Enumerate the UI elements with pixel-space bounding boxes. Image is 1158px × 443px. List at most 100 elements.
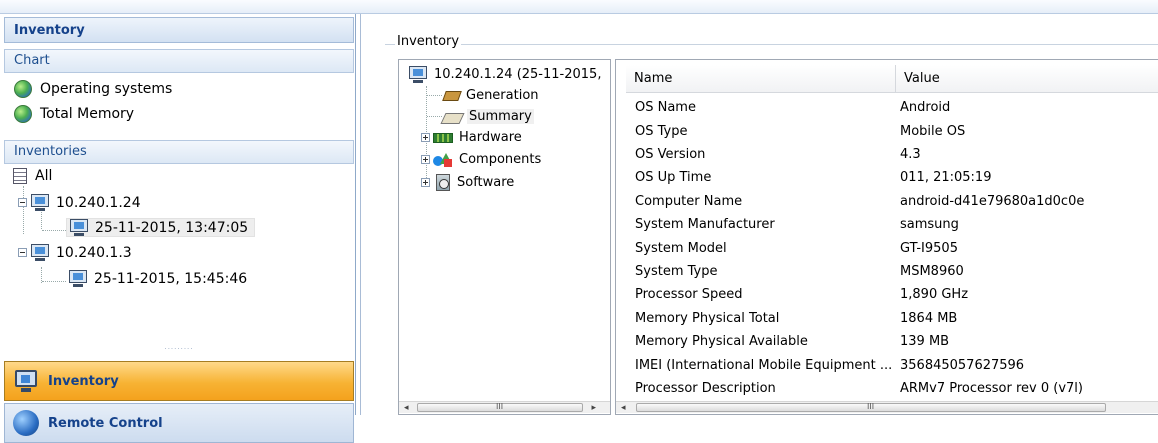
tree-item-label: All [35,168,53,184]
expand-icon[interactable] [421,177,430,187]
table-row[interactable]: OS Up Time 011, 21:05:19 [626,166,1158,189]
chart-item-total-memory[interactable]: Total Memory [14,103,134,125]
tree-item-label: Software [457,174,515,190]
expand-icon[interactable] [421,133,430,142]
tree-item-hardware[interactable]: Hardware [421,130,522,145]
group-box-border [385,44,1158,45]
chart-item-label: Total Memory [40,106,135,122]
cell-value: 1864 MB [900,310,958,326]
group-box-title: Inventory [395,34,462,49]
tree-root[interactable]: 10.240.1.24 (25-11-2015, [408,66,601,83]
table-row[interactable]: Memory Physical Available 139 MB [626,330,1158,353]
table-row[interactable]: OS Name Android [626,96,1158,119]
tree-item-software[interactable]: Software [421,173,514,191]
cell-name: Computer Name [635,193,743,209]
globe-icon [14,80,32,98]
cell-name: Memory Physical Available [635,334,808,350]
table-row[interactable]: Processor Description ARMv7 Processor rev… [626,377,1158,400]
scroll-left-arrow-icon[interactable]: ◂ [621,403,626,413]
cell-value: Android [900,100,951,116]
components-icon [433,152,453,167]
cell-value: 011, 21:05:19 [900,170,992,186]
tree-host-10-240-1-24[interactable]: 10.240.1.24 [18,194,141,211]
tree-snapshot-label: 25-11-2015, 15:45:46 [94,270,248,287]
cell-value: 1,890 GHz [900,287,969,303]
scrollbar-thumb[interactable]: III [635,403,1106,412]
scroll-left-arrow-icon[interactable]: ◂ [404,403,409,413]
tree-item-label: Components [459,152,542,167]
nav-button-label: Remote Control [48,415,163,431]
cell-name: Memory Physical Total [635,310,780,326]
tree-item-generation[interactable]: Generation [442,88,539,103]
list-icon [13,168,27,184]
table-row[interactable]: IMEI (International Mobile Equipment ...… [626,353,1158,376]
table-row[interactable]: Processor Speed 1,890 GHz [626,283,1158,306]
left-navigation-panel: Inventory Chart Operating systems Total … [0,14,356,443]
left-panel-header: Inventory [4,17,354,43]
computer-icon [408,66,428,83]
tree-connector [42,230,66,231]
tree-item-label: Summary [467,109,534,124]
table-row[interactable]: System Manufacturer samsung [626,213,1158,236]
table-row[interactable]: Memory Physical Total 1864 MB [626,307,1158,330]
tree-snapshot-15-45-46[interactable]: 25-11-2015, 15:45:46 [68,270,247,287]
generation-icon [442,89,460,103]
column-header-value[interactable]: Value [896,65,1158,93]
tree-host-label: 10.240.1.3 [56,244,132,261]
cell-name: OS Name [635,100,696,116]
remote-globe-icon [13,410,39,436]
tree-snapshot-13-47-05[interactable]: 25-11-2015, 13:47:05 [66,218,256,237]
scroll-right-arrow-icon[interactable]: ▸ [592,403,597,413]
tree-horizontal-scrollbar[interactable]: ◂ III ▸ [399,401,610,413]
properties-table[interactable]: Name Value OS Name Android OS Type Mobile O… [615,59,1158,415]
summary-icon [442,110,462,124]
computer-icon [30,244,50,261]
cell-name: Processor Speed [635,287,743,303]
nav-button-remote-control[interactable]: Remote Control [4,403,354,443]
tree-host-label: 10.240.1.24 [56,194,141,211]
column-header-name[interactable]: Name [626,65,896,93]
nav-button-inventory[interactable]: Inventory [4,361,354,401]
table-row[interactable]: Computer Name android-d41e79680a1d0c0e [626,190,1158,213]
chart-item-operating-systems[interactable]: Operating systems [14,78,172,100]
nav-button-label: Inventory [48,373,119,389]
tree-snapshot-label: 25-11-2015, 13:47:05 [95,219,249,236]
tree-connector [41,212,42,229]
cell-name: System Model [635,240,727,256]
inventories-section-header[interactable]: Inventories [4,140,354,164]
cell-value: 4.3 [900,146,921,162]
table-row[interactable]: System Type MSM8960 [626,260,1158,283]
globe-icon [14,105,32,123]
cell-value: GT-I9505 [900,240,958,256]
collapse-icon[interactable] [18,248,27,257]
tree-item-all[interactable]: All [13,168,52,184]
monitor-icon [13,368,39,394]
panel-splitter-handle[interactable]: ········· [4,346,354,353]
table-row[interactable]: OS Type Mobile OS [626,119,1158,142]
cell-value: 139 MB [900,334,950,350]
tree-root-label: 10.240.1.24 (25-11-2015, [434,67,602,82]
chart-section-header[interactable]: Chart [4,49,354,73]
tree-connector [427,116,442,117]
tree-item-label: Hardware [459,130,522,145]
collapse-icon[interactable] [18,198,27,207]
computer-icon [30,194,50,211]
table-row[interactable]: System Model GT-I9505 [626,236,1158,259]
table-row[interactable]: OS Version 4.3 [626,143,1158,166]
inventory-tree-pane[interactable]: 10.240.1.24 (25-11-2015, Generation Summ… [398,59,611,415]
tree-item-components[interactable]: Components [421,152,541,167]
expand-icon[interactable] [421,155,430,164]
window-top-strip [0,0,1158,14]
cell-name: OS Type [635,123,688,139]
computer-icon [69,219,89,236]
tree-host-10-240-1-3[interactable]: 10.240.1.3 [18,244,132,261]
scrollbar-thumb[interactable]: III [416,403,583,412]
tree-item-summary[interactable]: Summary [442,109,534,124]
table-horizontal-scrollbar[interactable]: ◂ III [616,401,1158,413]
cell-value: samsung [900,217,959,233]
tree-item-label: Generation [466,88,539,103]
cell-value: Mobile OS [900,123,966,139]
cell-name: Processor Description [635,380,776,396]
tree-connector [427,95,442,96]
cell-name: System Type [635,263,718,279]
